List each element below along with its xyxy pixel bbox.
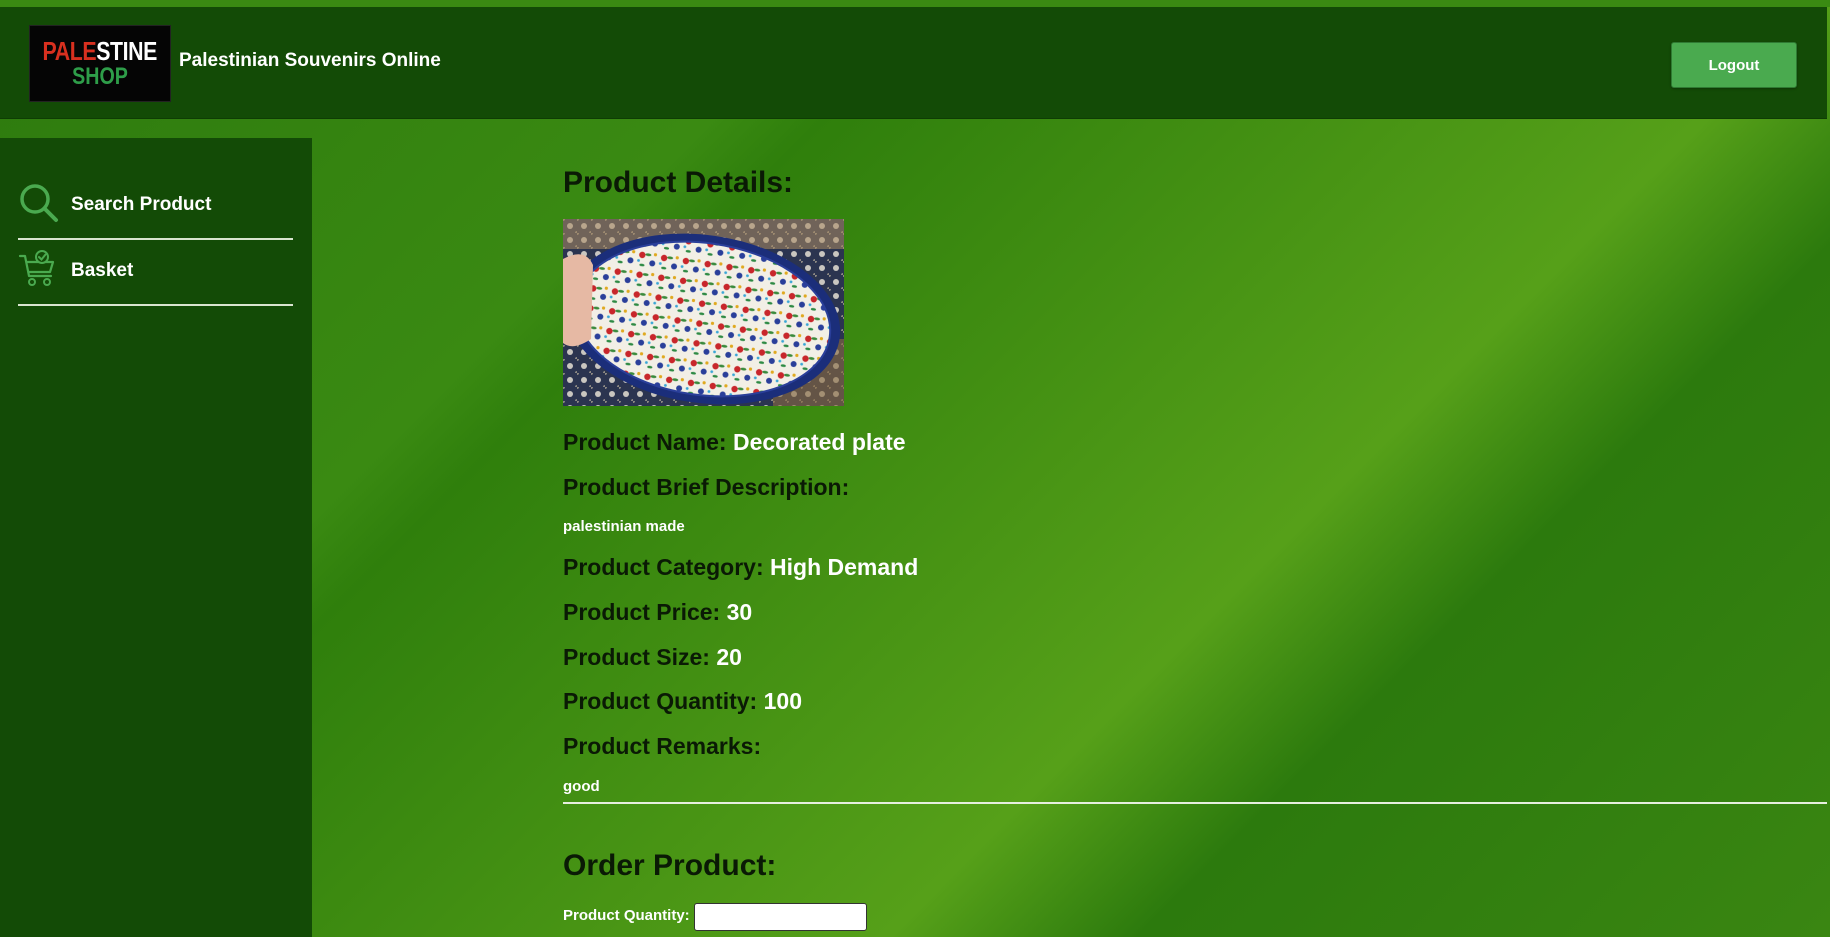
product-size-label: Product Size: [563, 644, 710, 670]
order-quantity-label: Product Quantity: [563, 907, 690, 924]
product-size-row: Product Size: 20 [563, 644, 742, 671]
product-price-value: 30 [726, 599, 753, 625]
product-category-value: High Demand [770, 554, 919, 580]
product-quantity-row: Product Quantity: 100 [563, 688, 802, 715]
logo-text-shop: SHOP [72, 63, 128, 90]
top-strip [0, 0, 1830, 7]
site-title: Palestinian Souvenirs Online [179, 50, 441, 71]
sidebar: Search Product Basket [0, 138, 312, 937]
product-remarks-value: good [563, 778, 600, 795]
product-name-row: Product Name: Decorated plate [563, 429, 906, 456]
search-icon [20, 184, 58, 222]
order-product-heading: Order Product: [563, 849, 777, 882]
order-quantity-input[interactable] [694, 903, 867, 931]
product-category-label: Product Category: [563, 554, 764, 580]
product-image [563, 219, 844, 406]
basket-icon [18, 250, 55, 286]
product-size-value: 20 [716, 644, 742, 670]
product-category-row: Product Category: High Demand [563, 554, 918, 581]
product-name-label: Product Name: [563, 429, 727, 455]
logo-text-stine: STINE [96, 36, 158, 66]
section-divider [563, 802, 1827, 804]
product-quantity-label: Product Quantity: [563, 688, 758, 714]
product-remarks-label: Product Remarks: [563, 733, 762, 759]
product-description-label: Product Brief Description: [563, 474, 850, 500]
decorated-plate-image [563, 219, 844, 406]
logout-button[interactable]: Logout [1671, 42, 1797, 88]
product-quantity-value: 100 [763, 688, 802, 714]
logo-text-pale: PALE [42, 36, 97, 66]
product-details-heading: Product Details: [563, 166, 794, 199]
product-description-value: palestinian made [563, 518, 685, 535]
product-price-label: Product Price: [563, 599, 721, 625]
sidebar-item-label: Search Product [71, 194, 212, 215]
sidebar-item-label: Basket [71, 260, 134, 281]
sidebar-item-basket[interactable]: Basket [18, 238, 293, 306]
shop-logo: PALESTINE SHOP [29, 25, 171, 102]
site-header: PALESTINE SHOP Palestinian Souvenirs Onl… [0, 7, 1827, 119]
product-price-row: Product Price: 30 [563, 599, 752, 626]
sidebar-item-search-product[interactable]: Search Product [18, 172, 293, 240]
product-name-value: Decorated plate [732, 429, 906, 455]
